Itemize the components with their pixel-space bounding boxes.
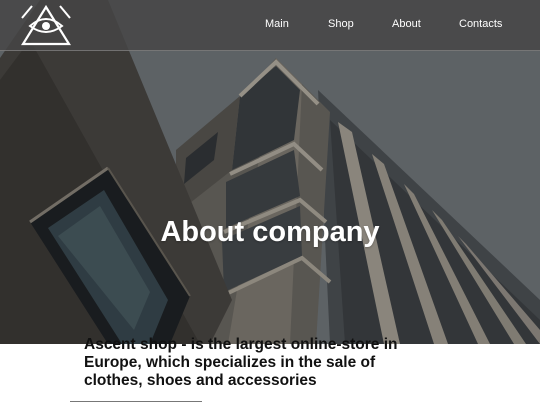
nav-item-shop[interactable]: Shop: [328, 18, 354, 30]
nav-item-about[interactable]: About: [392, 18, 421, 30]
page-title: About company: [160, 216, 380, 248]
hero-background-image: [0, 0, 540, 344]
nav-item-main[interactable]: Main: [265, 18, 289, 30]
hero-section: About company: [0, 0, 540, 344]
nav-menu: Main Shop About Contacts: [0, 0, 540, 50]
top-navbar: Main Shop About Contacts: [0, 0, 540, 51]
nav-item-contacts[interactable]: Contacts: [459, 18, 502, 30]
intro-text: Ascent shop - is the largest online-stor…: [84, 336, 398, 389]
section-divider: [70, 401, 202, 402]
